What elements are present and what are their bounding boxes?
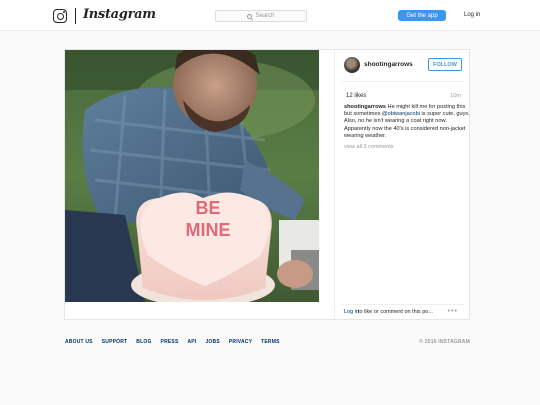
post-time: 10m xyxy=(450,93,461,99)
photo-illustration: BE MINE xyxy=(65,50,319,302)
caption-username[interactable]: shootingarrows xyxy=(344,104,386,110)
avatar[interactable] xyxy=(344,57,360,73)
footer-nav: ABOUT US SUPPORT BLOG PRESS API JOBS PRI… xyxy=(65,339,280,345)
get-the-app-button[interactable]: Get the app xyxy=(398,10,446,21)
post-caption: shootingarrows He might kill me for post… xyxy=(344,104,472,140)
caption-mention[interactable]: @obiwanjacobi xyxy=(382,111,420,117)
footer-link-api[interactable]: API xyxy=(188,339,197,345)
search-input[interactable]: Search xyxy=(215,10,307,22)
comment-bar: Log in to like or comment on this po... … xyxy=(341,304,464,319)
logo-divider xyxy=(75,8,76,24)
copyright-text: © 2016 INSTAGRAM xyxy=(419,339,470,345)
top-header: Instagram Search Get the app Log in xyxy=(0,0,540,31)
footer-link-terms[interactable]: TERMS xyxy=(261,339,280,345)
search-placeholder: Search xyxy=(255,13,275,19)
post-photo[interactable]: BE MINE xyxy=(65,50,319,302)
search-icon xyxy=(247,13,253,19)
footer-link-jobs[interactable]: JOBS xyxy=(205,339,219,345)
comment-prompt: to like or comment on this po... xyxy=(358,309,433,315)
more-options-icon[interactable]: ••• xyxy=(448,308,458,315)
footer-link-about-us[interactable]: ABOUT US xyxy=(65,339,93,345)
footer-link-privacy[interactable]: PRIVACY xyxy=(229,339,252,345)
footer-link-blog[interactable]: BLOG xyxy=(136,339,151,345)
view-all-comments-link[interactable]: view all 3 comments xyxy=(344,144,394,150)
post-username[interactable]: shootingarrows xyxy=(364,61,413,68)
comment-login-link[interactable]: Log in xyxy=(344,309,359,315)
instagram-wordmark[interactable]: Instagram xyxy=(83,7,156,22)
footer-link-support[interactable]: SUPPORT xyxy=(102,339,128,345)
login-link[interactable]: Log in xyxy=(464,12,480,18)
cake-text-mine: MINE xyxy=(186,220,231,240)
footer-link-press[interactable]: PRESS xyxy=(161,339,179,345)
cake-text-be: BE xyxy=(195,198,220,218)
post-sidebar: shootingarrows FOLLOW 12 likes 10m shoot… xyxy=(334,50,472,319)
instagram-camera-icon[interactable] xyxy=(53,9,67,23)
header-divider xyxy=(341,81,464,82)
follow-button[interactable]: FOLLOW xyxy=(428,58,462,71)
likes-count[interactable]: 12 likes xyxy=(346,93,366,99)
